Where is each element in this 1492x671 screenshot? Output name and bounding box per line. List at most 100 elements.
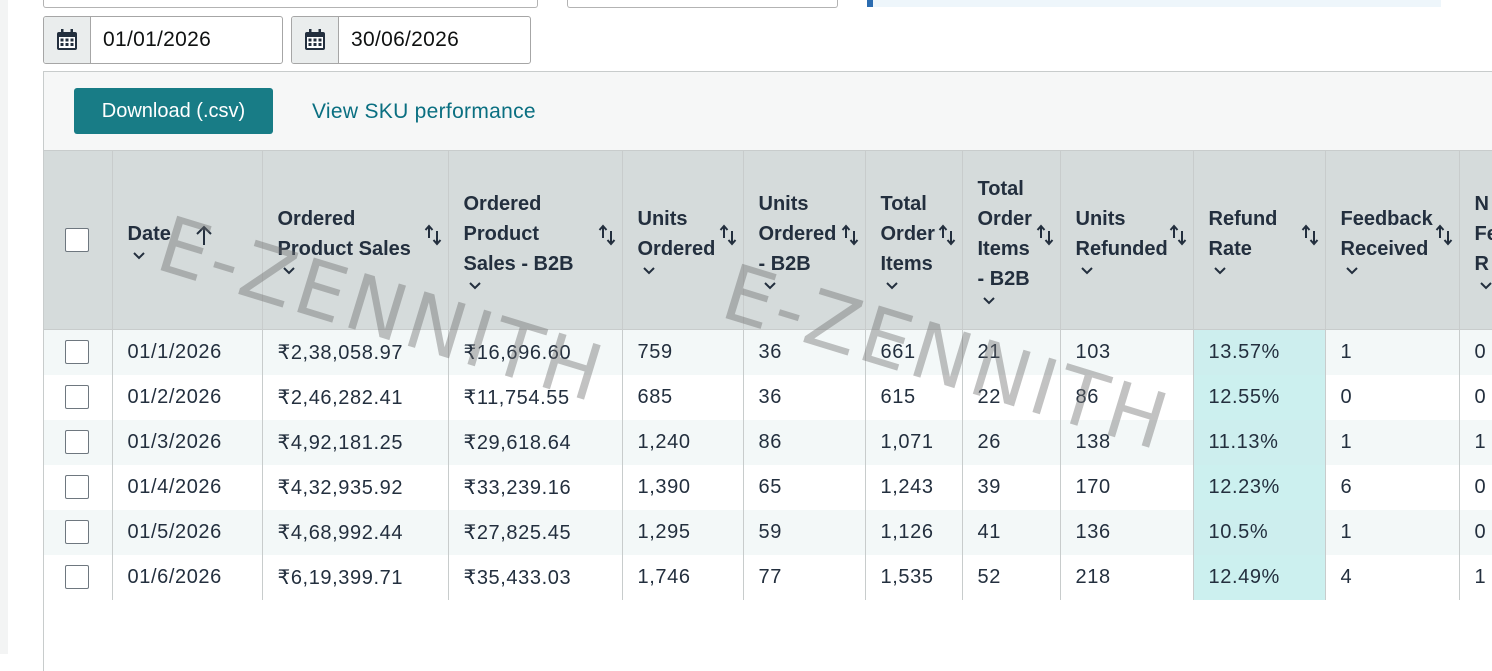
row-checkbox[interactable]: [65, 565, 89, 589]
table-cell: 0: [1459, 375, 1492, 420]
sort-icon[interactable]: [598, 223, 616, 247]
column-header[interactable]: UnitsOrdered: [622, 151, 743, 330]
filter-field-2[interactable]: [567, 0, 838, 8]
chevron-down-icon[interactable]: [132, 251, 146, 261]
column-header-label: Items: [881, 249, 935, 279]
column-header[interactable]: OrderedProductSales - B2B: [448, 151, 622, 330]
sort-icon[interactable]: [1301, 223, 1319, 247]
table-cell: 1,535: [865, 555, 962, 600]
table-cell: 218: [1060, 555, 1193, 600]
table-cell: ₹33,239.16: [448, 465, 622, 510]
row-select-cell: [44, 465, 112, 510]
column-header-label: R: [1475, 249, 1492, 279]
chevron-down-icon[interactable]: [468, 281, 482, 291]
table-cell: 1,126: [865, 510, 962, 555]
sort-icon[interactable]: [841, 223, 859, 247]
sort-icon[interactable]: [1435, 223, 1453, 247]
sort-icon[interactable]: [938, 223, 956, 247]
row-checkbox[interactable]: [65, 475, 89, 499]
chevron-down-icon[interactable]: [982, 296, 996, 306]
chevron-down-icon[interactable]: [763, 281, 777, 291]
chevron-down-icon[interactable]: [885, 281, 899, 291]
end-date-input[interactable]: 30/06/2026: [339, 17, 459, 63]
table-cell: 1,390: [622, 465, 743, 510]
start-date-picker[interactable]: 01/01/2026: [43, 16, 283, 64]
end-date-picker[interactable]: 30/06/2026: [291, 16, 531, 64]
column-header-label: Order: [881, 219, 935, 249]
sort-icon[interactable]: [424, 223, 442, 247]
calendar-icon[interactable]: [292, 17, 339, 63]
table-cell: 12.55%: [1193, 375, 1325, 420]
column-header[interactable]: TotalOrderItems: [865, 151, 962, 330]
chevron-down-icon[interactable]: [642, 266, 656, 276]
sort-icon[interactable]: [1169, 223, 1187, 247]
column-header[interactable]: NFeR: [1459, 151, 1492, 330]
table-cell: 1,071: [865, 420, 962, 465]
table-row: 01/3/2026₹4,92,181.25₹29,618.641,240861,…: [44, 420, 1492, 465]
column-header-label: Ordered: [638, 234, 716, 264]
table-cell: 86: [743, 420, 865, 465]
column-header[interactable]: FeedbackReceived: [1325, 151, 1459, 330]
table-cell: 86: [1060, 375, 1193, 420]
chevron-down-icon[interactable]: [1345, 266, 1359, 276]
table-cell: ₹29,618.64: [448, 420, 622, 465]
column-header-label: Rate: [1209, 234, 1278, 264]
table-cell: ₹16,696.60: [448, 330, 622, 375]
table-cell: 52: [962, 555, 1060, 600]
table-toolbar: Download (.csv) View SKU performance: [44, 72, 1492, 150]
column-header-label: Received: [1341, 234, 1433, 264]
sales-table: DateOrderedProduct SalesOrderedProductSa…: [44, 150, 1492, 600]
table-cell: 26: [962, 420, 1060, 465]
row-checkbox[interactable]: [65, 385, 89, 409]
table-cell: 1: [1459, 420, 1492, 465]
table-cell: 1,240: [622, 420, 743, 465]
row-checkbox[interactable]: [65, 430, 89, 454]
table-cell: 13.57%: [1193, 330, 1325, 375]
table-cell: ₹4,92,181.25: [262, 420, 448, 465]
row-select-cell: [44, 555, 112, 600]
sort-ascending-icon[interactable]: [194, 224, 214, 246]
table-cell: 01/4/2026: [112, 465, 262, 510]
chevron-down-icon[interactable]: [1080, 266, 1094, 276]
column-header[interactable]: TotalOrderItems- B2B: [962, 151, 1060, 330]
table-cell: 01/6/2026: [112, 555, 262, 600]
start-date-input[interactable]: 01/01/2026: [91, 17, 211, 63]
row-checkbox[interactable]: [65, 520, 89, 544]
table-cell: 103: [1060, 330, 1193, 375]
table-header-row: DateOrderedProduct SalesOrderedProductSa…: [44, 151, 1492, 330]
info-banner: [867, 0, 1441, 7]
column-header[interactable]: UnitsOrdered- B2B: [743, 151, 865, 330]
table-cell: 12.49%: [1193, 555, 1325, 600]
table-row: 01/1/2026₹2,38,058.97₹16,696.60759366612…: [44, 330, 1492, 375]
column-header-label: Feedback: [1341, 204, 1433, 234]
column-header-label: Units: [1076, 204, 1168, 234]
filter-field-1[interactable]: [43, 0, 538, 8]
download-csv-button[interactable]: Download (.csv): [74, 88, 273, 134]
row-select-cell: [44, 510, 112, 555]
chevron-down-icon[interactable]: [1213, 266, 1227, 276]
table-cell: ₹2,46,282.41: [262, 375, 448, 420]
table-cell: 1,746: [622, 555, 743, 600]
chevron-down-icon[interactable]: [1479, 281, 1492, 291]
sort-icon[interactable]: [1036, 223, 1054, 247]
select-all-checkbox[interactable]: [65, 228, 89, 252]
table-cell: 11.13%: [1193, 420, 1325, 465]
calendar-icon[interactable]: [44, 17, 91, 63]
column-header[interactable]: OrderedProduct Sales: [262, 151, 448, 330]
table-cell: 1: [1325, 330, 1459, 375]
table-cell: 170: [1060, 465, 1193, 510]
row-select-cell: [44, 375, 112, 420]
sort-icon[interactable]: [719, 223, 737, 247]
table-cell: 1: [1459, 555, 1492, 600]
column-header-label: Items: [978, 234, 1032, 264]
column-header-label: Total: [978, 174, 1032, 204]
view-sku-performance-link[interactable]: View SKU performance: [312, 100, 536, 124]
column-header[interactable]: Date: [112, 151, 262, 330]
table-row: 01/2/2026₹2,46,282.41₹11,754.55685366152…: [44, 375, 1492, 420]
table-cell: ₹6,19,399.71: [262, 555, 448, 600]
column-header-label: Ordered: [759, 219, 837, 249]
row-checkbox[interactable]: [65, 340, 89, 364]
column-header[interactable]: RefundRate: [1193, 151, 1325, 330]
column-header[interactable]: UnitsRefunded: [1060, 151, 1193, 330]
chevron-down-icon[interactable]: [282, 266, 296, 276]
